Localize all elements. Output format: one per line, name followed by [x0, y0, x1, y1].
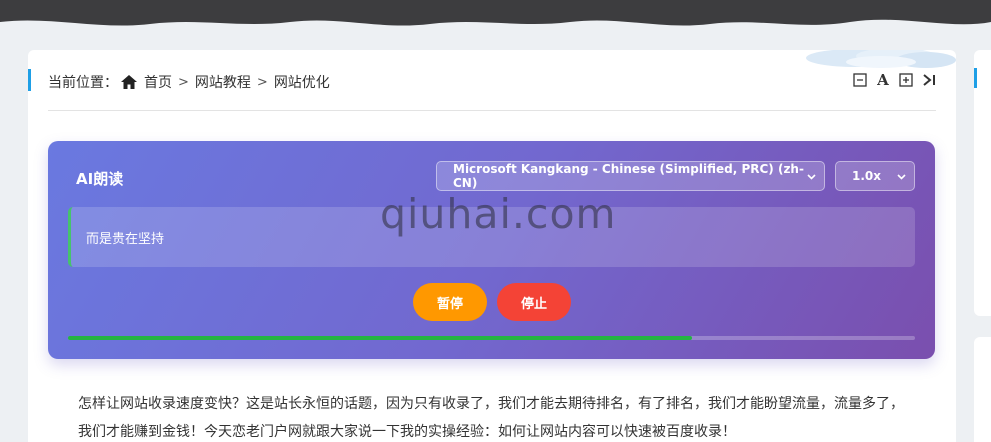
reading-tools: A [853, 71, 936, 89]
breadcrumb-separator: > [178, 74, 189, 90]
breadcrumb: 当前位置： 首页 > 网站教程 > 网站优化 [48, 72, 330, 92]
zoom-out-icon[interactable] [853, 73, 867, 87]
collapse-sidebar-icon[interactable] [922, 73, 936, 87]
zoom-in-icon[interactable] [899, 73, 913, 87]
chevron-down-icon [807, 174, 816, 180]
breadcrumb-accent [28, 69, 31, 91]
voice-select-value: Microsoft Kangkang - Chinese (Simplified… [453, 162, 804, 190]
sidebar-card [974, 50, 991, 316]
chevron-down-icon [897, 174, 906, 180]
rate-select[interactable]: 1.0x [835, 161, 915, 191]
ai-reader-panel: AI朗读 Microsoft Kangkang - Chinese (Simpl… [48, 141, 935, 359]
header-wave [0, 0, 991, 26]
breadcrumb-item-home[interactable]: 首页 [144, 72, 172, 92]
ai-reader-title: AI朗读 [76, 170, 124, 188]
breadcrumb-item-seo[interactable]: 网站优化 [274, 72, 330, 92]
reading-progress-fill [68, 336, 693, 340]
sidebar-card [974, 337, 991, 442]
home-icon[interactable] [120, 74, 138, 90]
reading-progress-bar[interactable] [68, 336, 915, 340]
watermark: qiuhai.com [380, 190, 617, 238]
voice-select[interactable]: Microsoft Kangkang - Chinese (Simplified… [436, 161, 825, 191]
breadcrumb-label: 当前位置： [48, 75, 118, 91]
divider [48, 110, 936, 111]
article-card: 当前位置： 首页 > 网站教程 > 网站优化 A AI朗读 Microsoft … [28, 50, 956, 442]
pause-button[interactable]: 暂停 [413, 283, 487, 321]
stop-button[interactable]: 停止 [497, 283, 571, 321]
font-size-icon[interactable]: A [876, 71, 890, 89]
current-reading-sentence: 而是贵在坚持 [86, 232, 165, 247]
rate-select-value: 1.0x [852, 169, 881, 183]
article-body: 怎样让网站收录速度变快？这是站长永恒的话题，因为只有收录了，我们才能去期待排名，… [78, 390, 913, 442]
breadcrumb-item-tutorial[interactable]: 网站教程 [195, 72, 251, 92]
breadcrumb-separator: > [256, 74, 268, 90]
article-paragraph: 怎样让网站收录速度变快？这是站长永恒的话题，因为只有收录了，我们才能去期待排名，… [78, 396, 904, 440]
